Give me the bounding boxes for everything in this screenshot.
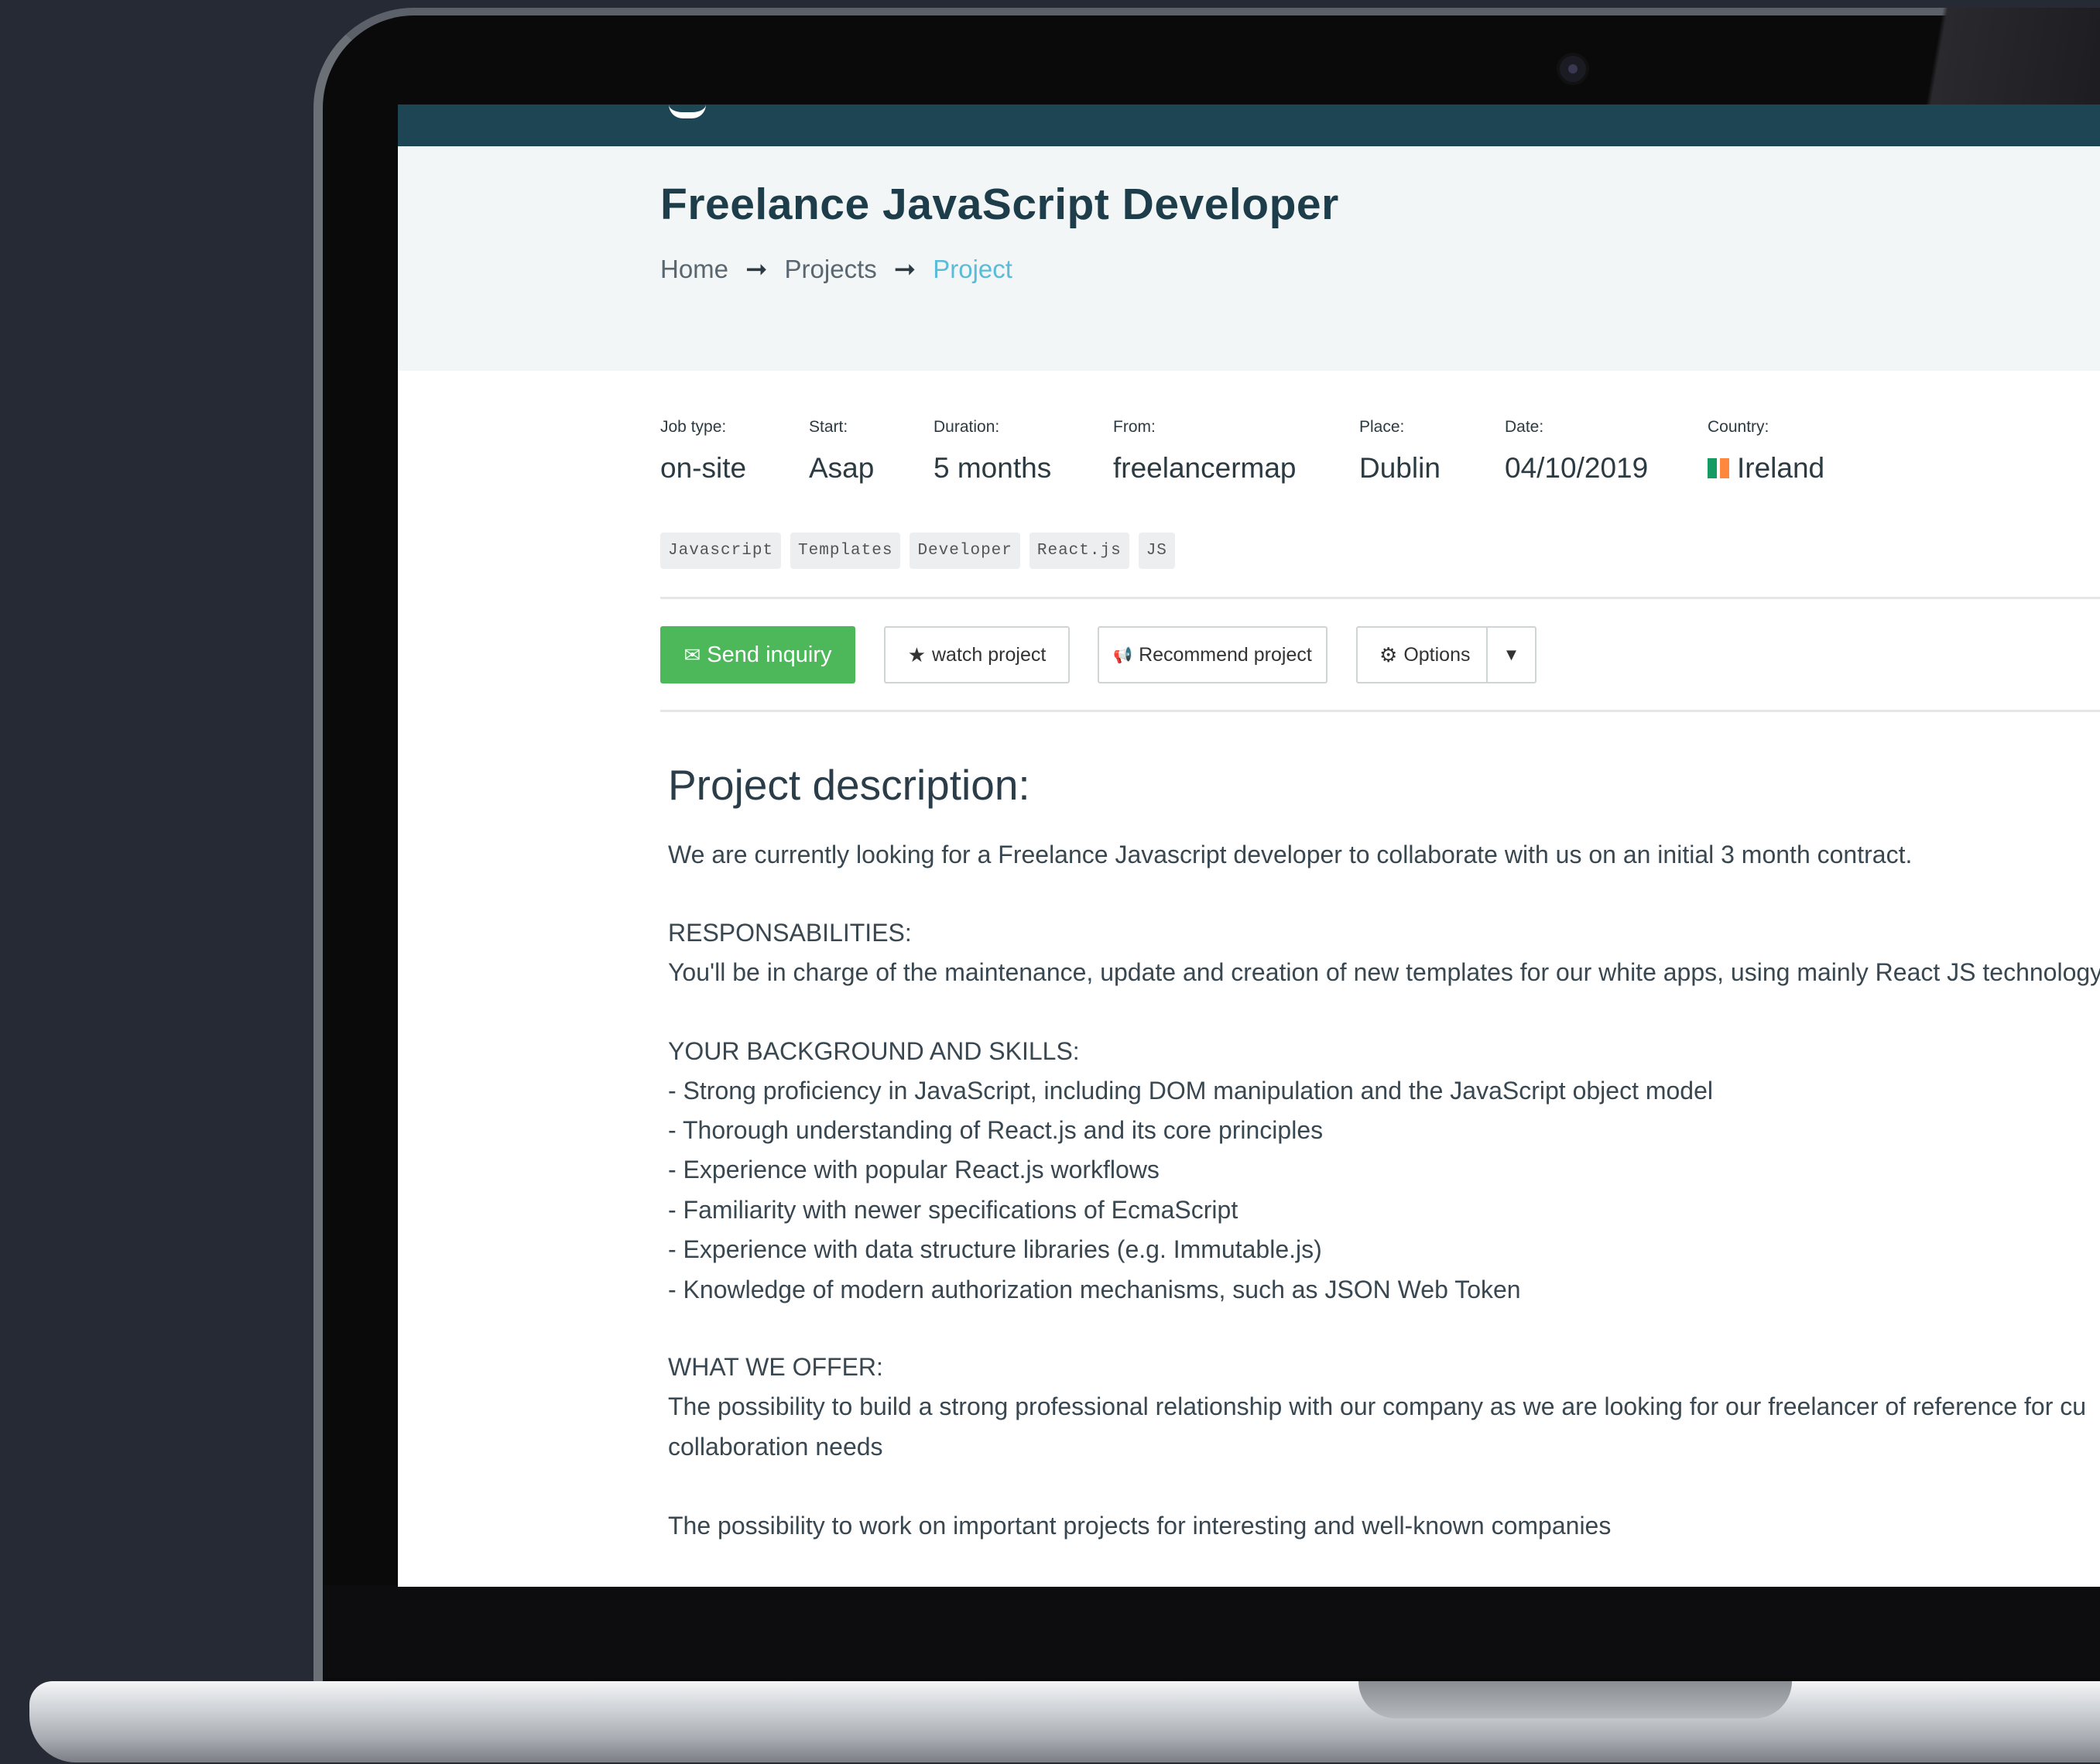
breadcrumb-projects[interactable]: Projects (785, 255, 877, 284)
description-line: - Experience with data structure librari… (668, 1235, 1322, 1263)
breadcrumb-arrow-icon: ➞ (745, 255, 768, 284)
envelope-icon: ✉ (683, 642, 701, 666)
meta-label: Date: (1505, 418, 1544, 436)
browser-screen: Freelance JavaScript Developer Home ➞ Pr… (398, 104, 2100, 1587)
meta-value: 04/10/2019 (1505, 452, 1649, 484)
description-line: You'll be in charge of the maintenance, … (668, 958, 2100, 986)
divider (660, 597, 2100, 599)
breadcrumb-current: Project (933, 255, 1012, 283)
meta-value: 5 months (934, 452, 1052, 484)
caret-down-icon[interactable]: ▼ (1488, 645, 1535, 665)
webcam (1560, 56, 1586, 82)
description-line: - Familiarity with newer specifications … (668, 1196, 1238, 1224)
tag-list: Javascript Templates Developer React.js … (660, 533, 1175, 569)
meta-label: Country: (1708, 418, 1769, 436)
tag[interactable]: React.js (1029, 533, 1129, 569)
webcam-lens (1568, 64, 1578, 74)
meta-job-type: Job type: on-site (660, 418, 746, 485)
page-title: Freelance JavaScript Developer (660, 180, 1339, 229)
meta-value: freelancermap (1113, 452, 1297, 484)
description-line: RESPONSABILITIES: (668, 919, 912, 947)
meta-duration: Duration: 5 months (934, 418, 1051, 485)
divider (660, 710, 2100, 712)
lid-reflection (1873, 8, 2100, 104)
description-line: - Knowledge of modern authorization mech… (668, 1276, 1521, 1303)
meta-start: Start: Asap (809, 418, 874, 485)
meta-value: Dublin (1359, 452, 1441, 484)
meta-country: Country: Ireland (1708, 418, 1824, 485)
description-line: - Thorough understanding of React.js and… (668, 1116, 1324, 1144)
tag[interactable]: JS (1138, 533, 1175, 569)
country-name: Ireland (1737, 452, 1825, 484)
flag-stripe-green (1708, 458, 1717, 478)
tag[interactable]: Templates (790, 533, 901, 569)
recommend-project-button[interactable]: 📢 Recommend project (1098, 626, 1327, 683)
top-navbar (398, 104, 2100, 146)
meta-value: Asap (809, 452, 875, 484)
tag[interactable]: Developer (910, 533, 1020, 569)
description-line: - Experience with popular React.js workf… (668, 1156, 1160, 1183)
ireland-flag-icon (1708, 458, 1732, 478)
breadcrumb-arrow-icon: ➞ (893, 255, 916, 284)
gear-icon: ⚙ (1379, 642, 1398, 666)
description-line: - Strong proficiency in JavaScript, incl… (668, 1077, 1713, 1105)
description-line: The possibility to work on important pro… (668, 1512, 1612, 1540)
flag-stripe-orange (1720, 458, 1729, 478)
meta-from: From: freelancermap (1113, 418, 1297, 485)
breadcrumb: Home ➞ Projects ➞ Project (660, 254, 1012, 285)
watch-project-label: watch project (932, 643, 1047, 666)
meta-date: Date: 04/10/2019 (1505, 418, 1648, 485)
meta-label: Duration: (934, 418, 1000, 436)
meta-place: Place: Dublin (1359, 418, 1441, 485)
description-line: WHAT WE OFFER: (668, 1353, 883, 1381)
meta-value: Ireland (1708, 452, 1824, 485)
recommend-project-label: Recommend project (1139, 643, 1312, 666)
description-line: collaboration needs (668, 1433, 883, 1461)
star-icon: ★ (907, 642, 926, 666)
send-inquiry-button[interactable]: ✉ Send inquiry (660, 626, 855, 683)
meta-label: Start: (809, 418, 848, 436)
description-line: YOUR BACKGROUND AND SKILLS: (668, 1037, 1080, 1065)
options-label: Options (1403, 643, 1471, 666)
meta-label: Place: (1359, 418, 1405, 436)
watch-project-button[interactable]: ★ watch project (884, 626, 1070, 683)
meta-label: Job type: (660, 418, 727, 436)
options-button[interactable]: ⚙ Options (1358, 628, 1488, 682)
laptop-base-notch (1358, 1681, 1792, 1718)
breadcrumb-home[interactable]: Home (660, 255, 728, 284)
tag[interactable]: Javascript (660, 533, 782, 569)
send-inquiry-label: Send inquiry (707, 642, 832, 667)
screen-bezel-bottom (324, 1585, 2100, 1678)
description-heading: Project description: (668, 761, 1030, 809)
megaphone-icon: 📢 (1113, 646, 1133, 664)
meta-value: on-site (660, 452, 747, 484)
meta-label: From: (1113, 418, 1156, 436)
options-dropdown[interactable]: ⚙ Options ▼ (1356, 626, 1536, 683)
site-logo[interactable] (669, 104, 706, 118)
description-line: We are currently looking for a Freelance… (668, 841, 1913, 868)
description-line: The possibility to build a strong profes… (668, 1392, 2087, 1420)
